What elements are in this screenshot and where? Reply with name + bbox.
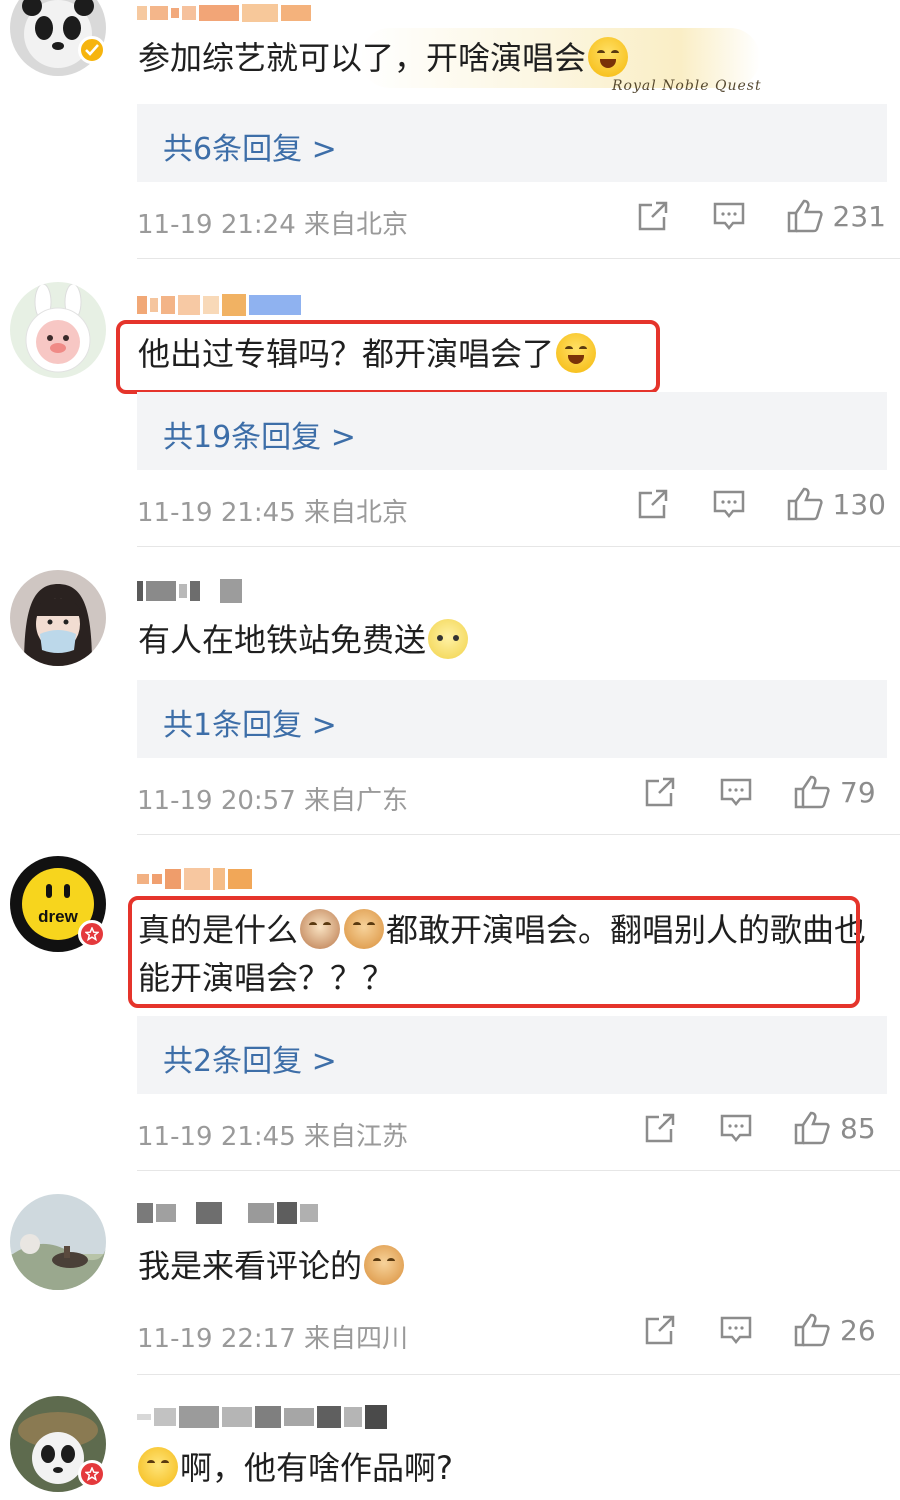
comment-text: 他出过专辑吗？都开演唱会了 <box>138 330 598 378</box>
view-replies-button[interactable]: 共2条回复 > <box>137 1016 887 1094</box>
divider <box>137 834 900 835</box>
comment-meta: 11-19 21:24 来自北京 <box>137 210 409 240</box>
thumbs-up-icon[interactable] <box>792 774 832 810</box>
laughing-crying-emoji-icon <box>588 37 629 77</box>
comment-text: 参加综艺就可以了，开啥演唱会 <box>138 34 630 82</box>
pear-face-emoji-icon <box>428 619 469 659</box>
share-icon[interactable] <box>640 1313 680 1347</box>
girl-avatar-image <box>10 570 106 666</box>
view-replies-button[interactable]: 共19条回复 > <box>137 392 887 470</box>
vip-badge-icon <box>78 1460 106 1488</box>
divider <box>137 546 900 547</box>
laughing-crying-emoji-icon <box>556 333 597 373</box>
like-count: 130 <box>832 487 886 521</box>
comment-icon[interactable] <box>709 487 749 521</box>
comment-text: 真的是什么 都敢开演唱会。翻唱别人的歌曲也能开演唱会？？？ <box>138 909 867 997</box>
avatar[interactable] <box>10 282 106 378</box>
doge-emoji-icon <box>344 909 385 949</box>
share-icon[interactable] <box>633 199 673 233</box>
avatar[interactable] <box>10 1194 106 1290</box>
thumbs-up-icon[interactable] <box>792 1312 832 1348</box>
like-count: 79 <box>840 775 876 809</box>
doge-emoji-icon <box>364 1245 405 1285</box>
comment-icon[interactable] <box>716 1313 756 1347</box>
avatar[interactable] <box>10 0 106 76</box>
like-count: 85 <box>840 1111 876 1145</box>
thumbs-up-icon[interactable] <box>785 486 825 522</box>
comment-text: 我是来看评论的 <box>138 1242 406 1290</box>
divider <box>137 1374 900 1375</box>
username-pixelated[interactable] <box>137 866 252 892</box>
comment-icon[interactable] <box>716 1111 756 1145</box>
verified-badge-icon <box>78 36 106 64</box>
comment-meta: 11-19 21:45 来自江苏 <box>137 1122 409 1152</box>
comment-actions: 26 <box>640 1312 886 1348</box>
comment-text: 啊，他有啥作品啊? <box>138 1444 453 1492</box>
bunny-avatar-image <box>10 282 106 378</box>
comment-actions: 130 <box>633 486 886 522</box>
card-watermark: Royal Noble Quest <box>612 78 762 94</box>
comment-icon[interactable] <box>716 775 756 809</box>
share-icon[interactable] <box>640 775 680 809</box>
username-pixelated[interactable] <box>137 578 242 604</box>
comment-meta: 11-19 21:45 来自北京 <box>137 498 409 528</box>
username-pixelated[interactable] <box>137 1404 387 1430</box>
comment-icon[interactable] <box>709 199 749 233</box>
landscape-avatar-image <box>10 1194 106 1290</box>
view-replies-button[interactable]: 共6条回复 > <box>137 104 887 182</box>
thinking-emoji-icon <box>138 1447 178 1487</box>
like-count: 231 <box>832 199 886 233</box>
avatar-text: drew <box>38 907 78 926</box>
vip-badge-icon <box>78 920 106 948</box>
thumbs-up-icon[interactable] <box>785 198 825 234</box>
comment-meta: 11-19 22:17 来自四川 <box>137 1324 409 1354</box>
username-pixelated[interactable] <box>137 1200 318 1226</box>
username-pixelated[interactable] <box>137 0 311 26</box>
divider <box>137 1170 900 1171</box>
share-icon[interactable] <box>640 1111 680 1145</box>
comment-text: 有人在地铁站免费送 <box>138 616 470 664</box>
divider <box>137 258 900 259</box>
avatar[interactable]: drew <box>10 856 106 952</box>
cat-emoji-icon <box>300 909 341 949</box>
thumbs-up-icon[interactable] <box>792 1110 832 1146</box>
share-icon[interactable] <box>633 487 673 521</box>
comment-actions: 85 <box>640 1110 886 1146</box>
username-pixelated[interactable] <box>137 292 301 318</box>
like-count: 26 <box>840 1313 876 1347</box>
view-replies-button[interactable]: 共1条回复 > <box>137 680 887 758</box>
avatar[interactable] <box>10 570 106 666</box>
comment-meta: 11-19 20:57 来自广东 <box>137 786 409 816</box>
comment-actions: 79 <box>640 774 886 810</box>
comment-actions: 231 <box>633 198 886 234</box>
avatar[interactable] <box>10 1396 106 1492</box>
